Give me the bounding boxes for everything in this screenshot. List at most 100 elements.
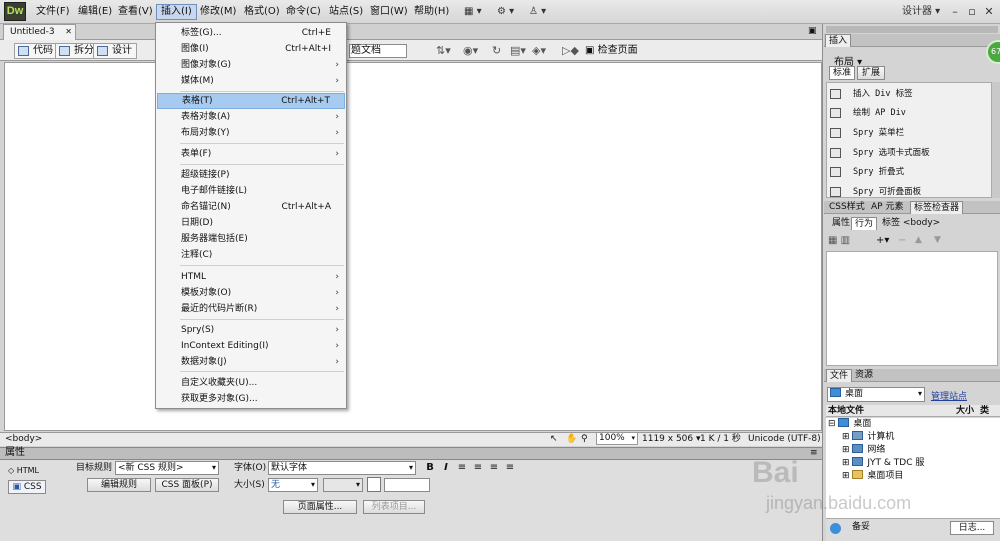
insert-menu-item-media[interactable]: 媒体(M) › <box>157 73 345 89</box>
spry-accordion-item[interactable]: Spry 折叠式 <box>826 163 994 181</box>
assets-tab[interactable]: 资源 <box>852 369 876 382</box>
layout-icon[interactable]: ▦ ▾ <box>464 4 482 20</box>
tag-inspector-tab[interactable]: 标签检查器 <box>910 201 964 214</box>
local-files-column[interactable]: 本地文件 <box>828 405 864 417</box>
tree-network[interactable]: ⊞ 网络 <box>842 444 885 457</box>
insert-menu-item-image-objects[interactable]: 图像对象(G) › <box>157 57 345 73</box>
menu-view[interactable]: 查看(V) <box>114 4 157 20</box>
align-right-icon[interactable]: ≡ <box>488 462 500 474</box>
manage-sites-link[interactable]: 管理站点 <box>931 389 967 402</box>
css-mode-button[interactable]: ▣ CSS <box>8 480 46 494</box>
insert-menu-item-data-objects[interactable]: 数据对象(J) › <box>157 354 345 370</box>
insert-menu-item-comment[interactable]: 注释(C) <box>157 247 345 263</box>
title-input[interactable]: 题文档 <box>349 44 407 58</box>
add-behavior-icon[interactable]: +▾ <box>876 235 889 246</box>
behaviors-subtab[interactable]: 行为 <box>851 217 878 230</box>
minimize-icon[interactable]: – <box>947 4 963 20</box>
behaviors-list[interactable] <box>826 251 998 366</box>
insert-menu-item-get-more-objects[interactable]: 获取更多对象(G)... <box>157 391 345 407</box>
panel-menu-icon[interactable]: ≡ <box>810 448 818 458</box>
view-options-icon[interactable]: ▤▾ <box>510 44 526 58</box>
target-rule-select[interactable]: <新 CSS 规则> ▾ <box>115 461 219 475</box>
size-select[interactable]: 无 ▾ <box>268 478 318 492</box>
page-properties-button[interactable]: 页面属性... <box>283 500 357 514</box>
insert-menu-item-table-objects[interactable]: 表格对象(A) › <box>157 109 345 125</box>
file-management-icon[interactable]: ⇅▾ <box>436 44 451 58</box>
spry-collapsible-item[interactable]: Spry 可折叠面板 <box>826 183 994 201</box>
menu-insert[interactable]: 插入(I) <box>156 4 197 20</box>
tree-computer[interactable]: ⊞ 计算机 <box>842 431 894 444</box>
insert-menu-item-email-link[interactable]: 电子邮件链接(L) <box>157 183 345 199</box>
insert-menu-item-recent-snippets[interactable]: 最近的代码片断(R) › <box>157 301 345 317</box>
restore-icon[interactable]: ▫ <box>964 4 980 20</box>
visual-aids-icon[interactable]: ◈▾ <box>532 44 546 58</box>
spry-tabbed-panels-item[interactable]: Spry 选项卡式面板 <box>826 144 994 162</box>
align-left-icon[interactable]: ≡ <box>456 462 468 474</box>
preview-browser-icon[interactable]: ◉▾ <box>463 44 478 58</box>
document-tab[interactable]: Untitled-3 ✕ <box>3 24 76 40</box>
files-tab[interactable]: 文件 <box>826 369 853 382</box>
extended-tab[interactable]: 扩展 <box>857 66 885 80</box>
ap-elements-tab[interactable]: AP 元素 <box>868 201 906 214</box>
html-mode-button[interactable]: ◇ HTML <box>8 464 39 478</box>
menu-commands[interactable]: 命令(C) <box>282 4 325 20</box>
log-button[interactable]: 日志... <box>950 521 994 535</box>
insert-panel-tab[interactable]: 插入 <box>825 34 852 47</box>
insert-menu-item-customize-favorites[interactable]: 自定义收藏夹(U)... <box>157 375 345 391</box>
extend-icon[interactable]: ⚙ ▾ <box>497 4 514 20</box>
move-up-icon[interactable]: ▲ <box>915 235 922 245</box>
color-input[interactable] <box>384 478 430 492</box>
css-panel-button[interactable]: CSS 面板(P) <box>155 478 219 492</box>
select-tool-icon[interactable]: ↖ <box>550 433 558 445</box>
draw-ap-div-item[interactable]: 绘制 AP Div <box>826 104 994 122</box>
design-view-button[interactable]: 设计 <box>93 43 137 59</box>
insert-menu-item-template-objects[interactable]: 模板对象(O) › <box>157 285 345 301</box>
validate-icon[interactable]: ▷◆ <box>562 44 579 58</box>
menu-modify[interactable]: 修改(M) <box>196 4 240 20</box>
menu-file[interactable]: 文件(F) <box>32 4 74 20</box>
color-picker[interactable] <box>367 477 381 492</box>
list-item-button[interactable]: 列表项目... <box>363 500 425 514</box>
insert-menu-item-date[interactable]: 日期(D) <box>157 215 345 231</box>
show-set-events-icon[interactable]: ▦ ▥ <box>828 235 850 246</box>
insert-menu-item-spry[interactable]: Spry(S) › <box>157 322 345 338</box>
edit-rule-button[interactable]: 编辑规则 <box>87 478 151 492</box>
tab-close-icon[interactable]: ✕ <box>65 25 72 39</box>
bold-icon[interactable]: B <box>424 462 436 474</box>
move-down-icon[interactable]: ▼ <box>934 235 941 245</box>
zoom-tool-icon[interactable]: ⚲ <box>581 433 588 445</box>
insert-menu-item-named-anchor[interactable]: 命名锚记(N) Ctrl+Alt+A <box>157 199 345 215</box>
restore-doc-icon[interactable]: ▣ <box>808 26 817 36</box>
remove-behavior-icon[interactable]: − <box>898 235 906 246</box>
site-icon[interactable]: ♙ ▾ <box>529 4 546 20</box>
window-size-readout[interactable]: 1119 x 506 ▾ <box>642 433 701 445</box>
insert-menu-item-form[interactable]: 表单(F) › <box>157 146 345 162</box>
refresh-icon[interactable]: ↻ <box>492 44 501 58</box>
type-column[interactable]: 类 <box>980 405 989 417</box>
check-page-button[interactable]: ▣ 检查页面 <box>585 44 638 58</box>
font-select[interactable]: 默认字体 ▾ <box>268 461 416 475</box>
insert-menu-item-tag[interactable]: 标签(G)... Ctrl+E <box>157 25 345 41</box>
code-view-button[interactable]: 代码 <box>14 43 58 59</box>
tree-desktop[interactable]: ⊟ 桌面 <box>828 418 871 431</box>
menu-format[interactable]: 格式(O) <box>240 4 284 20</box>
zoom-select[interactable]: 100% ▾ <box>596 432 638 445</box>
insert-menu-item-table[interactable]: 表格(T) Ctrl+Alt+T <box>157 93 345 109</box>
tag-selector[interactable]: <body> <box>5 433 42 445</box>
menu-window[interactable]: 窗口(W) <box>366 4 412 20</box>
size-unit-select[interactable]: ▾ <box>323 478 363 492</box>
attributes-subtab[interactable]: 属性 <box>829 217 853 230</box>
tree-desktop-items[interactable]: ⊞ 桌面项目 <box>842 470 903 483</box>
italic-icon[interactable]: I <box>440 462 452 474</box>
menu-site[interactable]: 站点(S) <box>325 4 367 20</box>
align-center-icon[interactable]: ≡ <box>472 462 484 474</box>
tree-server[interactable]: ⊞ JYT & TDC 服 <box>842 457 924 470</box>
css-styles-tab[interactable]: CSS样式 <box>826 201 868 214</box>
insert-menu-item-image[interactable]: 图像(I) Ctrl+Alt+I <box>157 41 345 57</box>
workspace-switcher[interactable]: 设计器 ▾ <box>902 4 940 20</box>
size-column[interactable]: 大小 <box>956 405 974 417</box>
design-canvas[interactable] <box>4 62 822 431</box>
insert-menu-item-html[interactable]: HTML › <box>157 269 345 285</box>
hand-tool-icon[interactable]: ✋ <box>566 433 577 445</box>
site-location-select[interactable]: 桌面 ▾ <box>827 387 925 402</box>
